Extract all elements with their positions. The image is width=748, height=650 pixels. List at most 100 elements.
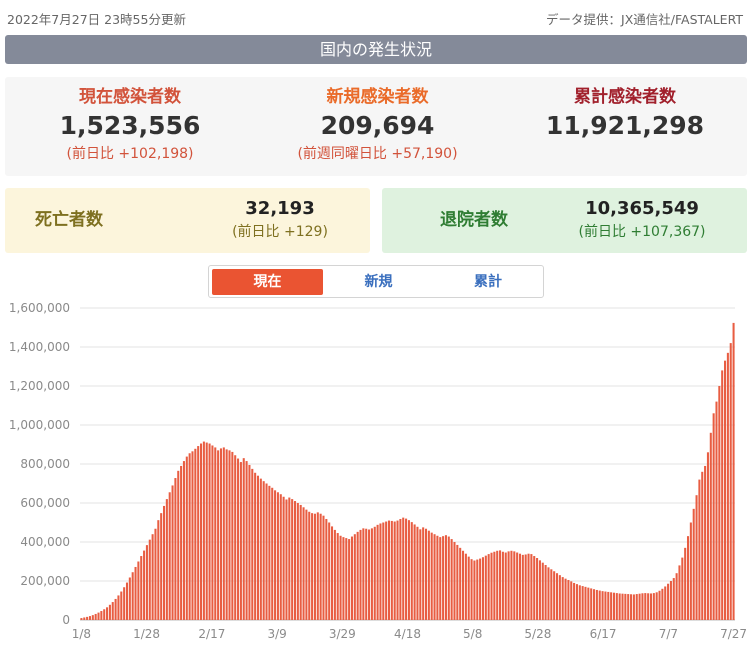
chart-bar: [658, 590, 661, 620]
chart-bar: [638, 593, 641, 620]
chart-bar: [182, 461, 185, 620]
chart-bar: [251, 468, 254, 621]
chart-bar: [390, 520, 393, 620]
chart-bar: [701, 471, 704, 620]
new-cases-stat: 新規感染者数 209,694 (前週同曜日比 +57,190): [260, 85, 495, 165]
chart-bar: [553, 571, 556, 620]
chart-bar: [191, 451, 194, 620]
chart-bar: [678, 565, 681, 620]
chart-bar: [496, 550, 499, 620]
x-tick-label: 1/8: [72, 627, 91, 641]
chart-bar: [644, 593, 647, 620]
y-tick-label: 600,000: [20, 496, 70, 510]
y-tick-label: 200,000: [20, 574, 70, 588]
chart-bar: [601, 591, 604, 620]
chart-bar: [268, 485, 271, 620]
chart-bar: [598, 590, 601, 620]
chart-bar: [578, 585, 581, 620]
chart-bar: [117, 595, 120, 620]
new-cases-value: 209,694: [320, 111, 435, 140]
chart-bar: [111, 602, 114, 620]
chart-bar: [274, 490, 277, 620]
chart-bar: [200, 443, 203, 620]
chart-bar: [607, 591, 610, 620]
chart-bar: [231, 451, 234, 620]
chart-bar: [689, 522, 692, 620]
chart-bar: [342, 537, 345, 621]
chart-bar: [143, 550, 146, 620]
chart-bar: [641, 593, 644, 620]
chart-bar: [197, 446, 200, 620]
chart-bar: [570, 581, 573, 620]
chart-bar: [647, 593, 650, 620]
chart-bar: [148, 539, 151, 620]
chart-bar: [513, 551, 516, 620]
x-tick-label: 3/29: [329, 627, 356, 641]
chart-bar: [533, 556, 536, 620]
chart-bar: [732, 322, 735, 620]
chart-bar: [319, 513, 322, 620]
chart-bar: [604, 591, 607, 620]
chart-bar: [635, 594, 638, 620]
tab-current[interactable]: 現在: [212, 269, 323, 295]
chart-bar: [610, 592, 613, 620]
y-tick-label: 0: [62, 613, 70, 627]
tab-total[interactable]: 累計: [434, 269, 542, 295]
chart-bar: [291, 499, 294, 620]
chart-bar: [276, 492, 279, 620]
chart-bar: [168, 492, 171, 620]
chart-bar: [120, 591, 123, 620]
current-cases-stat: 現在感染者数 1,523,556 (前日比 +102,198): [30, 85, 230, 165]
chart-bar: [103, 609, 106, 620]
chart-bar: [262, 481, 265, 620]
y-tick-label: 1,600,000: [9, 301, 70, 315]
chart-bar: [567, 580, 570, 620]
total-cases-value: 11,921,298: [545, 111, 705, 140]
update-time: 2022年7月27日 23時55分更新: [7, 12, 186, 27]
chart-bar: [86, 616, 89, 620]
chart-bar: [137, 561, 140, 620]
chart-bar: [396, 520, 399, 620]
chart-bar: [359, 529, 362, 620]
x-tick-label: 7/27: [720, 627, 747, 641]
chart-bar: [188, 453, 191, 620]
chart-bar: [681, 557, 684, 620]
tab-new[interactable]: 新規: [323, 269, 434, 295]
chart-bar: [621, 593, 624, 620]
chart-bar: [350, 536, 353, 620]
chart-bar: [479, 558, 482, 620]
current-cases-chart: 0 200,000 400,000 600,000 800,000 1,000,000 1,…: [9, 301, 747, 641]
chart-bar: [470, 559, 473, 620]
chart-bar: [217, 450, 220, 620]
x-tick-label: 7/7: [659, 627, 678, 641]
chart-bar: [521, 554, 524, 620]
chart-bar: [724, 360, 727, 620]
chart-bar: [194, 448, 197, 620]
chart-bar: [399, 518, 402, 620]
chart-bar: [615, 593, 618, 620]
deaths-value: 32,193: [245, 198, 315, 219]
chart-bar: [675, 573, 678, 620]
discharged-value: 10,365,549: [585, 198, 699, 219]
chart-bar: [254, 472, 257, 620]
new-cases-label: 新規感染者数: [326, 87, 429, 107]
chart-bar: [698, 479, 701, 620]
chart-bar: [555, 573, 559, 620]
chart-bar: [709, 432, 712, 620]
chart-bar: [444, 535, 447, 620]
chart-bar: [464, 553, 467, 620]
chart-bar: [481, 557, 484, 620]
chart-bar: [518, 553, 522, 620]
chart-bar: [80, 618, 83, 620]
chart-bar: [106, 607, 109, 620]
chart-bar: [476, 559, 479, 620]
chart-bar: [558, 575, 561, 620]
chart-bar: [590, 588, 593, 620]
chart-bar: [664, 586, 667, 620]
chart-bar: [234, 455, 237, 620]
chart-bar: [131, 572, 134, 620]
chart-bar: [202, 441, 205, 620]
chart-bar: [370, 528, 373, 620]
chart-bar: [587, 587, 590, 620]
y-tick-label: 1,400,000: [9, 340, 70, 354]
